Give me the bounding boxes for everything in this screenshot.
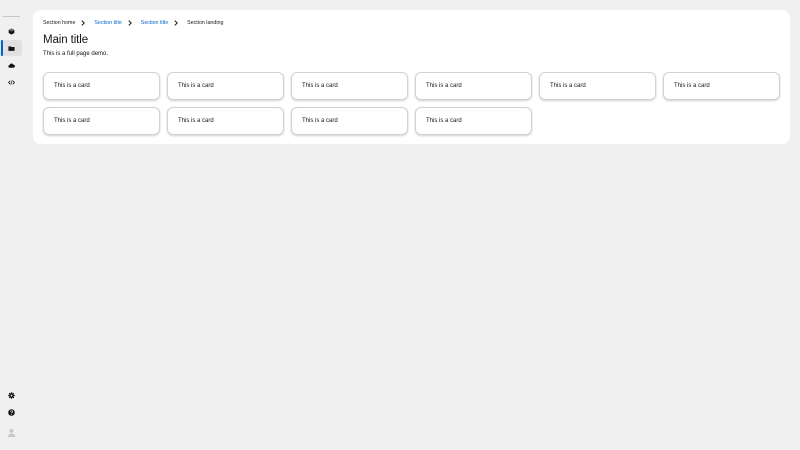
card[interactable]: This is a card — [43, 107, 160, 135]
page-title: Main title — [43, 34, 89, 46]
cube-icon — [8, 27, 14, 35]
code-icon — [7, 79, 15, 85]
card[interactable]: This is a card — [43, 72, 160, 100]
card[interactable]: This is a card — [663, 72, 780, 100]
card[interactable]: This is a card — [415, 107, 532, 135]
sidebar-item-code[interactable] — [0, 74, 22, 90]
card[interactable]: This is a card — [291, 107, 408, 135]
sidebar — [0, 0, 24, 450]
chevron-right-icon — [80, 20, 86, 26]
chevron-right-icon — [127, 20, 133, 26]
card[interactable]: This is a card — [167, 107, 284, 135]
breadcrumb-item-section-1[interactable]: Section title — [94, 20, 121, 26]
card-grid: This is a card This is a card This is a … — [43, 72, 780, 135]
breadcrumb-item-home[interactable]: Section home — [43, 20, 75, 26]
sidebar-item-folder[interactable] — [0, 40, 22, 56]
chevron-right-icon — [173, 20, 179, 26]
breadcrumb-item-section-2[interactable]: Section title — [141, 20, 168, 26]
sidebar-item-help[interactable] — [0, 404, 22, 420]
folder-icon — [7, 45, 15, 51]
page-subtitle: This is a full page demo. — [43, 51, 109, 57]
help-icon — [7, 408, 15, 416]
sidebar-divider — [3, 16, 20, 17]
card[interactable]: This is a card — [415, 72, 532, 100]
main-panel: Section home Section title Section title… — [33, 10, 790, 144]
sidebar-item-cloud[interactable] — [0, 57, 22, 73]
user-avatar[interactable] — [7, 428, 16, 437]
card[interactable]: This is a card — [167, 72, 284, 100]
cloud-icon — [7, 62, 15, 68]
gear-icon — [7, 391, 15, 399]
user-avatar-icon — [7, 428, 16, 437]
sidebar-item-cube[interactable] — [0, 23, 22, 39]
app-shell: Section home Section title Section title… — [0, 0, 800, 450]
card[interactable]: This is a card — [539, 72, 656, 100]
breadcrumb: Section home Section title Section title… — [43, 19, 223, 27]
sidebar-item-settings[interactable] — [0, 387, 22, 403]
card[interactable]: This is a card — [291, 72, 408, 100]
breadcrumb-item-current: Section landing — [187, 20, 224, 26]
